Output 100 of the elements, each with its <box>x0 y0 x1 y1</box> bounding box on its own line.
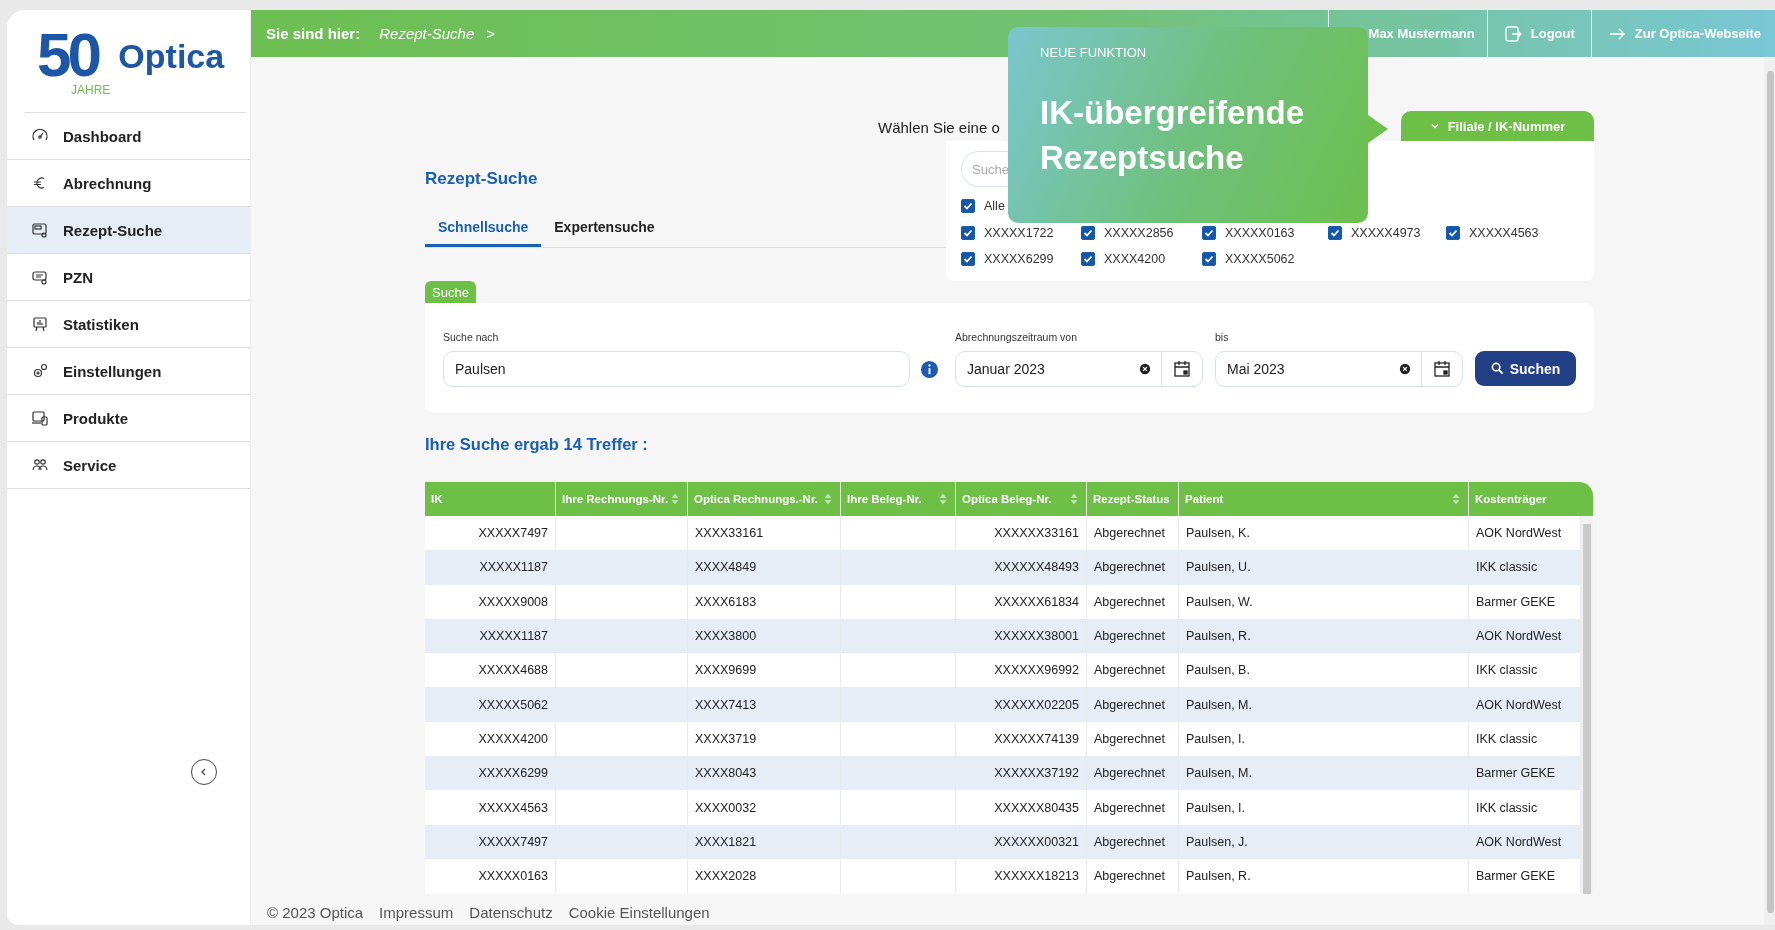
table-cell: XXXXXX96992 <box>994 663 1079 678</box>
table-cell: Abgerechnet <box>1094 629 1165 644</box>
table-cell: Abgerechnet <box>1094 869 1165 884</box>
checkbox[interactable] <box>961 226 975 240</box>
tag-search-icon <box>31 268 49 286</box>
table-cell: Paulsen, M. <box>1186 697 1252 712</box>
table-cell: Barmer GEKE <box>1476 766 1556 781</box>
table-cell: XXXX0032 <box>695 800 757 815</box>
table-cell: Abgerechnet <box>1094 800 1165 815</box>
table-cell: IKK classic <box>1476 560 1538 575</box>
sidebar-item[interactable]: Statistiken <box>7 301 250 348</box>
checkbox-label: XXXXX6299 <box>984 252 1054 266</box>
table-cell: Abgerechnet <box>1094 834 1165 849</box>
info-icon[interactable] <box>920 359 939 379</box>
popup-eyebrow: NEUE FUNKTION <box>1040 45 1148 60</box>
checkmark-icon <box>962 200 974 212</box>
table-cell: Paulsen, R. <box>1186 629 1251 644</box>
screen-search-icon <box>31 221 49 239</box>
table-cell: XXXXX9008 <box>478 594 548 609</box>
table-cell: XXXX3800 <box>695 629 757 644</box>
checkbox-label: XXXXX2856 <box>1104 226 1174 240</box>
table-cell: Paulsen, M. <box>1186 766 1252 781</box>
popup-title: IK-übergreifende Rezeptsuche <box>1040 93 1306 178</box>
table-cell: XXXX3719 <box>695 731 757 746</box>
page-scrollbar[interactable] <box>1764 57 1775 925</box>
table-cell: XXXX8043 <box>695 766 757 781</box>
checkbox[interactable] <box>1202 226 1216 240</box>
section-tag: Suche <box>425 281 476 303</box>
checkbox[interactable] <box>961 199 975 213</box>
table-cell: Paulsen, R. <box>1186 869 1251 884</box>
table-cell: IKK classic <box>1476 663 1538 678</box>
table-cell: Paulsen, B. <box>1186 663 1250 678</box>
results-heading: Ihre Suche ergab 14 Treffer : <box>425 435 649 455</box>
checkmark-icon <box>1203 227 1215 239</box>
table-cell: Paulsen, I. <box>1186 800 1246 815</box>
sidebar-item[interactable]: PZN <box>7 254 250 301</box>
optica-logo: 50JAHRE Optica <box>25 10 246 113</box>
filter-prompt: Wählen Sie eine o <box>878 119 1000 138</box>
checkbox[interactable] <box>961 252 975 266</box>
checkbox-label: Alle <box>984 199 1005 213</box>
sidebar-item[interactable]: Rezept-Suche <box>7 207 250 254</box>
gears-icon <box>31 362 49 380</box>
table-cell: XXXXX7497 <box>478 526 548 541</box>
table-cell: Paulsen, U. <box>1186 560 1251 575</box>
checkmark-icon <box>1082 253 1094 265</box>
table-cell: Abgerechnet <box>1094 766 1165 781</box>
table-cell: AOK NordWest <box>1476 834 1562 849</box>
field-label: bis <box>1215 331 1230 343</box>
collapse-button[interactable] <box>191 759 217 785</box>
date-field[interactable]: Januar 2023 <box>955 351 1203 387</box>
table-cell: XXXXXX18213 <box>994 869 1079 884</box>
table-cell: Barmer GEKE <box>1476 594 1556 609</box>
calendar-icon <box>1433 360 1451 378</box>
table-cell: XXXX1821 <box>695 834 757 849</box>
search-field[interactable]: Paulsen <box>443 351 910 387</box>
table-cell: IKK classic <box>1476 731 1538 746</box>
checkbox[interactable] <box>1202 252 1216 266</box>
table-cell: Paulsen, W. <box>1186 594 1253 609</box>
checkbox-label: XXXXX1722 <box>984 226 1054 240</box>
table-cell: Barmer GEKE <box>1476 869 1556 884</box>
checkbox-label: XXXXX5062 <box>1225 252 1295 266</box>
sidebar-item[interactable]: Produkte <box>7 395 250 442</box>
table-cell: XXXXX4688 <box>478 663 548 678</box>
tab[interactable]: Expertensuche <box>541 219 668 247</box>
table-cell: Paulsen, I. <box>1186 731 1246 746</box>
table-cell: XXXXXX48493 <box>994 560 1079 575</box>
sidebar-item[interactable]: Einstellungen <box>7 348 250 395</box>
table-cell: XXXXX1187 <box>479 560 548 575</box>
clear-icon[interactable] <box>1399 363 1411 375</box>
table-cell: Abgerechnet <box>1094 697 1165 712</box>
sidebar-item[interactable]: Dashboard <box>7 113 250 160</box>
table-cell: XXXX33161 <box>695 526 764 541</box>
table-cell: XXXXX5062 <box>478 697 548 712</box>
footer-link[interactable]: Impressum <box>379 904 454 921</box>
table-cell: XXXXX4200 <box>478 731 548 746</box>
table-scrollbar[interactable] <box>1581 516 1593 894</box>
tab[interactable]: Schnellsuche <box>425 219 542 247</box>
table-cell: XXXX9699 <box>695 663 757 678</box>
table-cell: IKK classic <box>1476 800 1538 815</box>
clear-icon[interactable] <box>1139 363 1151 375</box>
checkbox[interactable] <box>1081 226 1095 240</box>
table-cell: Abgerechnet <box>1094 526 1165 541</box>
table-cell: XXXX6183 <box>695 594 757 609</box>
footer-link[interactable]: Datenschutz <box>469 904 553 921</box>
table-cell: XXXXXX00321 <box>994 834 1079 849</box>
page-title: Rezept-Suche <box>425 169 539 189</box>
table-cell: XXXXX1187 <box>479 629 548 644</box>
sidebar-item[interactable]: Service <box>7 442 250 489</box>
table-cell: XXXXXX37192 <box>994 766 1079 781</box>
footer-link[interactable]: Cookie Einstellungen <box>568 904 710 921</box>
field-label: Abrechnungszeitraum von <box>955 331 1078 343</box>
search-button[interactable]: Suchen <box>1475 351 1576 386</box>
date-field[interactable]: Mai 2023 <box>1215 351 1463 387</box>
checkbox[interactable] <box>1446 226 1460 240</box>
table-cell: Paulsen, K. <box>1186 526 1250 541</box>
checkbox-label: XXXXX0163 <box>1225 226 1295 240</box>
table-cell: AOK NordWest <box>1476 697 1562 712</box>
table-cell: XXXX2028 <box>695 869 757 884</box>
checkbox[interactable] <box>1081 252 1095 266</box>
checkbox[interactable] <box>1328 226 1342 240</box>
